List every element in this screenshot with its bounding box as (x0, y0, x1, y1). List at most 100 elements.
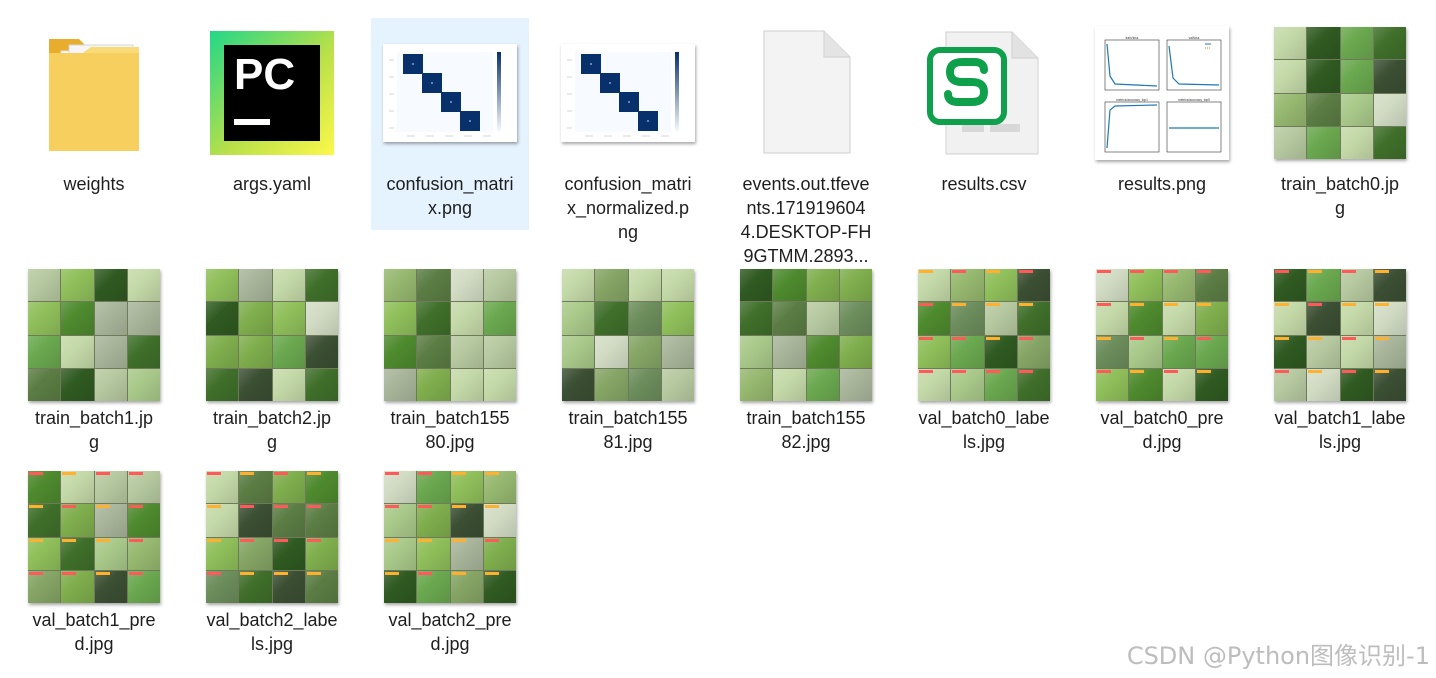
mosaic-tile (740, 302, 773, 335)
mosaic-tile (305, 368, 339, 402)
label-tag (273, 472, 288, 475)
mosaic-tile (984, 269, 1018, 302)
mosaic-tile (773, 368, 806, 402)
file-item-train-batch15581-jpg[interactable]: train_batch155 81.jpg (549, 268, 707, 464)
label-tag (385, 472, 399, 475)
label-tag (1130, 303, 1145, 307)
mosaic-tile (595, 302, 628, 335)
mosaic-tile (28, 269, 61, 302)
label-tag (1341, 369, 1356, 373)
mosaic-tile (384, 504, 417, 537)
file-item-val-batch1-labels-jpg[interactable]: val_batch1_labe ls.jpg (1261, 268, 1419, 464)
mosaic-tile (1340, 269, 1374, 302)
mosaic-tile (628, 269, 662, 302)
file-item-confusion-matrix-normalized-png[interactable]: confusion_matri x_normalized.p ng (549, 18, 707, 254)
label-tag (1196, 369, 1211, 373)
file-item-train-batch15582-jpg[interactable]: train_batch155 82.jpg (727, 268, 885, 464)
mosaic-tile (272, 504, 306, 537)
mosaic-tile (1307, 27, 1340, 60)
file-name-line: d.jpg (430, 634, 470, 654)
file-item-args-yaml[interactable]: PC args.yaml (193, 18, 351, 206)
pycharm-icon: PC (193, 18, 351, 168)
blank-file-icon (727, 18, 885, 168)
label-tag (1275, 336, 1289, 340)
file-name-label: val_batch0_pre d.jpg (1083, 406, 1241, 454)
mosaic-tile (806, 269, 840, 302)
mosaic-tile (61, 471, 94, 504)
mosaic-tile (450, 269, 484, 302)
file-item-val-batch0-labels-jpg[interactable]: val_batch0_labe ls.jpg (905, 268, 1063, 464)
mosaic-tile (239, 302, 272, 335)
file-name-line: val_batch2_labe (206, 610, 338, 630)
mosaic-tile (1373, 27, 1407, 60)
label-tag (952, 303, 967, 307)
file-name-label: val_batch0_labe ls.jpg (905, 406, 1063, 454)
mosaic-tile (628, 335, 662, 369)
mosaic-tile (1096, 335, 1129, 369)
file-item-confusion-matrix-png[interactable]: confusion_matri x.png (371, 18, 529, 230)
mosaic-tile (94, 471, 128, 504)
results-plot-thumbnail: train/loss val/loss metrics/accuracy_top1 m… (1083, 18, 1241, 168)
file-item-train-batch1-jpg[interactable]: train_batch1.jp g (15, 268, 173, 464)
mosaic-tile (839, 368, 873, 402)
mosaic-tile (984, 335, 1018, 369)
mosaic-tile (305, 302, 339, 335)
file-item-train-batch15580-jpg[interactable]: train_batch155 80.jpg (371, 268, 529, 464)
mosaic-tile (272, 471, 306, 504)
mosaic-tile (272, 335, 306, 369)
mosaic-tile (94, 368, 128, 402)
file-item-val-batch1-pred-jpg[interactable]: val_batch1_pre d.jpg (15, 470, 173, 666)
file-name-label: train_batch155 81.jpg (549, 406, 707, 454)
file-item-train-batch2-jpg[interactable]: train_batch2.jp g (193, 268, 351, 464)
mosaic-tile (61, 537, 94, 571)
mosaic-tile (417, 302, 450, 335)
mosaic-tile (1307, 126, 1340, 160)
mosaic-tile (483, 537, 517, 571)
mosaic-tile (1340, 302, 1374, 335)
mosaic-tile (127, 335, 161, 369)
mosaic-tile (94, 302, 128, 335)
mosaic-tile (1274, 302, 1307, 335)
file-grid: weights PC args.yaml confusion_matri x.png co… (0, 0, 1436, 678)
mosaic-tile (417, 471, 450, 504)
image-mosaic-thumbnail (371, 268, 529, 402)
mosaic-tile (206, 504, 239, 537)
label-tag (418, 538, 433, 542)
mosaic-tile (28, 537, 61, 571)
label-tag (240, 538, 255, 542)
file-item-val-batch2-pred-jpg[interactable]: val_batch2_pre d.jpg (371, 470, 529, 666)
mosaic-tile (206, 471, 239, 504)
watermark: CSDN @Python图像识别-1 (1126, 642, 1430, 670)
label-tag (385, 538, 399, 542)
mosaic-tile (1373, 269, 1407, 302)
file-name-label: train_batch1.jp g (15, 406, 173, 454)
label-tag (1130, 270, 1145, 273)
file-item-weights[interactable]: weights (15, 18, 173, 206)
file-item-results-csv[interactable]: results.csv (905, 18, 1063, 206)
mosaic-tile (239, 471, 272, 504)
mosaic-tile (773, 269, 806, 302)
mosaic-tile (483, 302, 517, 335)
mosaic-tile (450, 335, 484, 369)
file-item-val-batch2-labels-jpg[interactable]: val_batch2_labe ls.jpg (193, 470, 351, 666)
file-item-train-batch0-jpg[interactable]: train_batch0.jp g (1261, 18, 1419, 230)
label-tag (128, 571, 143, 575)
file-name-line: 4.DESKTOP-FH (740, 222, 872, 242)
file-item-events-out-tfevents-1719196044-desktop-fh9gtmm-2893[interactable]: events.out.tfeve nts.171919604 4.DESKTOP-F… (727, 18, 885, 278)
label-tag (29, 538, 43, 542)
label-tag (1374, 270, 1389, 273)
mosaic-tile (450, 537, 484, 571)
mosaic-tile (272, 537, 306, 571)
label-tag (207, 538, 221, 542)
label-tag (484, 472, 499, 475)
mosaic-tile (483, 269, 517, 302)
mosaic-tile (918, 269, 951, 302)
file-name-line: args.yaml (232, 174, 312, 194)
label-tag (273, 505, 288, 509)
file-name-label: confusion_matri x.png (371, 172, 529, 220)
label-tag (128, 538, 143, 542)
mosaic-tile (272, 302, 306, 335)
mosaic-tile (1340, 60, 1374, 93)
file-item-val-batch0-pred-jpg[interactable]: val_batch0_pre d.jpg (1083, 268, 1241, 464)
file-item-results-png[interactable]: train/loss val/loss metrics/accuracy_top1 m… (1083, 18, 1241, 206)
